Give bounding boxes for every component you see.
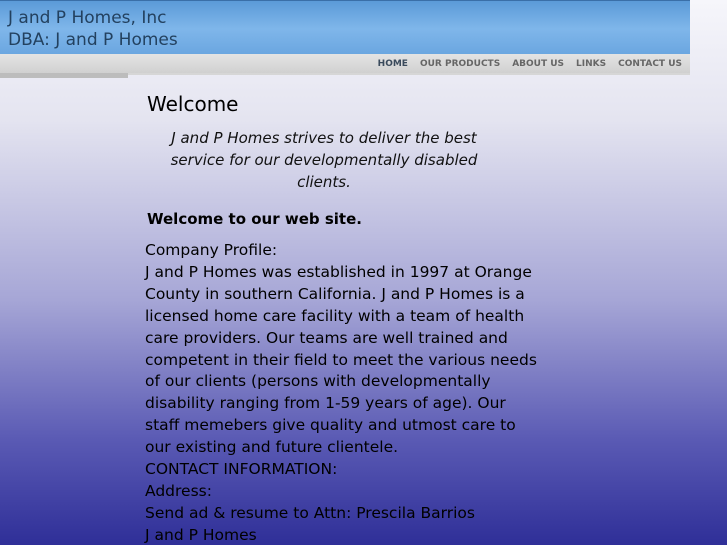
tagline: J and P Homes strives to deliver the bes… [170,129,478,191]
profile-line: our existing and future clientele. [145,438,399,457]
site-title: J and P Homes, Inc DBA: J and P Homes [8,7,178,51]
main-navigation: HOME OUR PRODUCTS ABOUT US LINKS CONTACT… [0,54,690,74]
profile-line: care providers. Our teams are well train… [145,328,508,347]
nav-divider [128,73,690,75]
site-header: J and P Homes, Inc DBA: J and P Homes [0,0,690,55]
company-profile: Company Profile: J and P Homes was estab… [145,240,585,545]
address-line: J and P Homes [145,525,257,544]
main-content: Welcome J and P Homes strives to deliver… [145,90,585,545]
address-label: Address: [145,481,212,500]
profile-line: disability ranging from 1-59 years of ag… [145,394,506,413]
welcome-subheading: Welcome to our web site. [147,210,362,228]
nav-contact-us-link[interactable]: CONTACT US [618,59,682,69]
address-line: Send ad & resume to Attn: Prescila Barri… [145,503,475,522]
site-title-line1: J and P Homes, Inc [8,8,167,28]
profile-line: competent in their field to meet the var… [145,350,537,369]
profile-line: licensed home care facility with a team … [145,306,525,325]
nav-list: HOME OUR PRODUCTS ABOUT US LINKS CONTACT… [378,54,682,73]
nav-links-link[interactable]: LINKS [576,59,606,69]
contact-info-title: CONTACT INFORMATION: [145,460,338,479]
profile-line: staff memebers give quality and utmost c… [145,416,516,435]
profile-title: Company Profile: [145,241,278,259]
nav-our-products-link[interactable]: OUR PRODUCTS [420,59,500,69]
nav-accent-bar [0,73,128,78]
profile-line: J and P Homes was established in 1997 at… [145,262,532,281]
nav-home-link[interactable]: HOME [378,59,408,69]
profile-line: of our clients (persons with development… [145,372,491,391]
profile-line: County in southern California. J and P H… [145,284,525,303]
nav-about-us-link[interactable]: ABOUT US [512,59,564,69]
welcome-heading: Welcome [147,92,239,116]
site-title-line2: DBA: J and P Homes [8,30,178,50]
